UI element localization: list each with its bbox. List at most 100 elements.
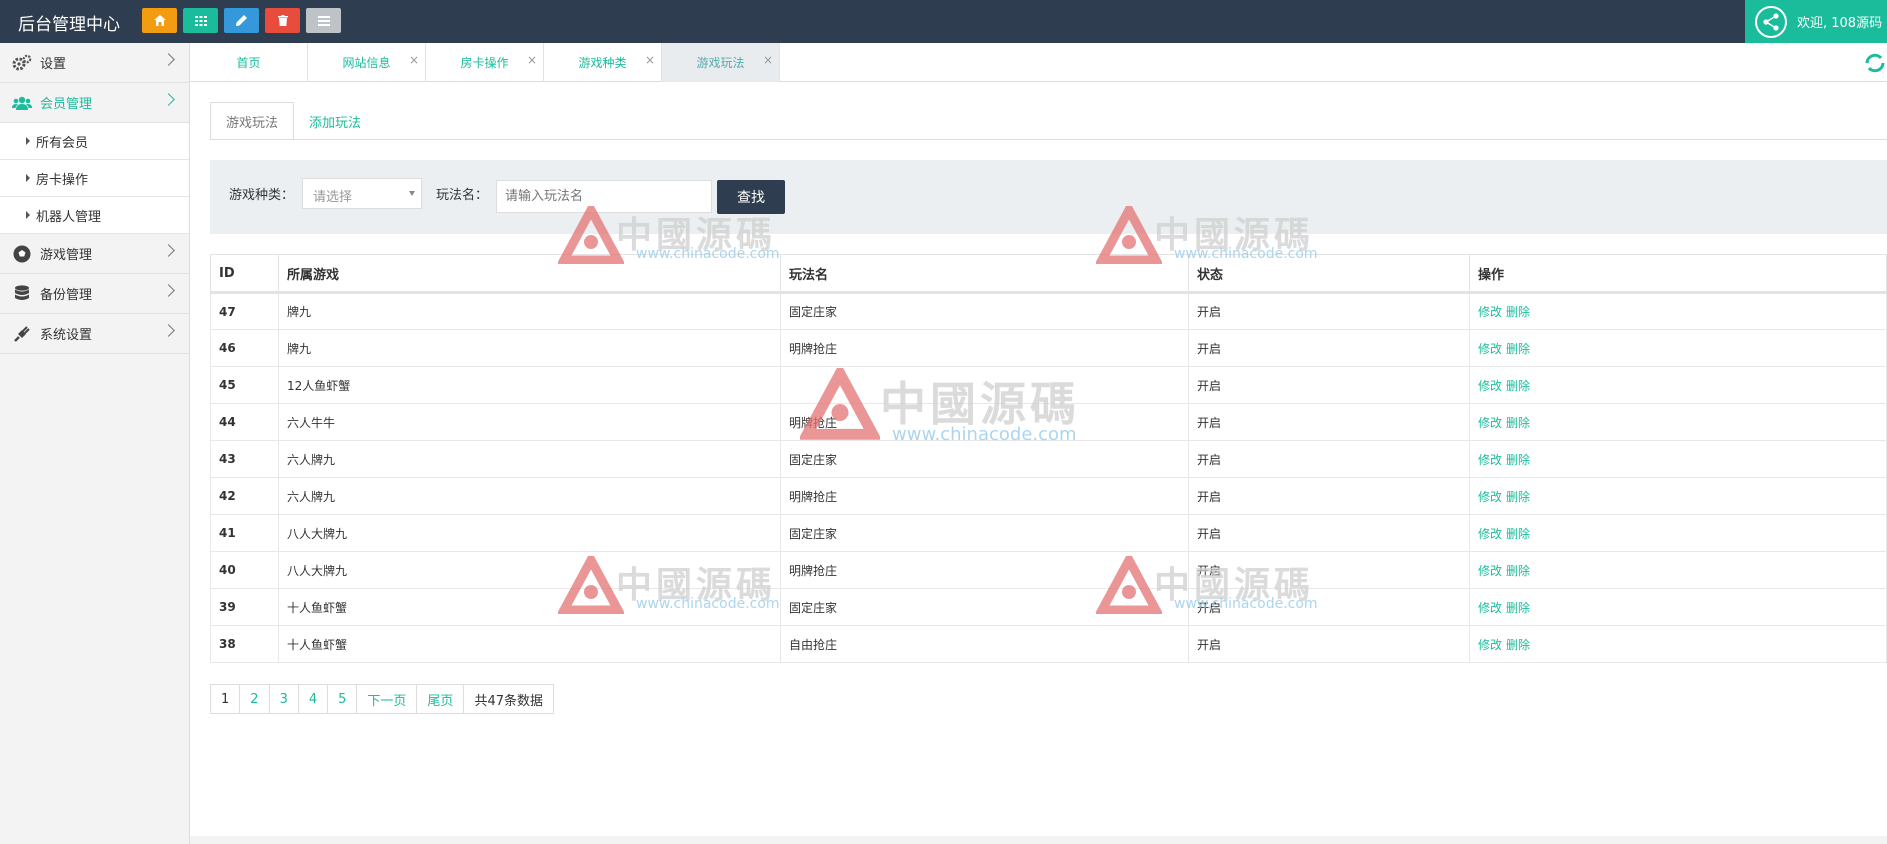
tab-site-info[interactable]: 网站信息 × [308, 43, 426, 82]
list-button[interactable] [306, 8, 341, 33]
table-header-row: ID 所属游戏 玩法名 状态 操作 [210, 254, 1887, 294]
edit-link[interactable]: 修改 [1478, 379, 1502, 393]
edit-link[interactable]: 修改 [1478, 527, 1502, 541]
delete-link[interactable]: 删除 [1506, 416, 1530, 430]
cell-actions: 修改 删除 [1469, 329, 1887, 367]
cell-status: 开启 [1188, 588, 1470, 626]
delete-link[interactable]: 删除 [1506, 527, 1530, 541]
cell-game: 牌九 [278, 292, 781, 330]
tab-home[interactable]: 首页 [190, 43, 308, 82]
cell-play: 固定庄家 [780, 514, 1189, 552]
cell-game: 六人牌九 [278, 440, 781, 478]
sidebar-subitem-all-members[interactable]: 所有会员 [0, 123, 189, 160]
delete-button[interactable] [265, 8, 300, 33]
page-1[interactable]: 1 [211, 685, 241, 713]
sidebar-subitem-label: 所有会员 [36, 135, 89, 151]
sidebar-item-system[interactable]: 系统设置 [0, 314, 189, 354]
pencil-icon [236, 15, 247, 26]
delete-link[interactable]: 删除 [1506, 490, 1530, 504]
edit-link[interactable]: 修改 [1478, 490, 1502, 504]
users-icon [12, 93, 32, 113]
tab-room-card[interactable]: 房卡操作 × [426, 43, 544, 82]
table-body: 47 牌九 固定庄家 开启 修改 删除 46 牌九 明牌抢庄 开启 修改 删除 45 12人鱼虾蟹 开启… [210, 292, 1887, 663]
home-button[interactable] [142, 8, 177, 33]
table-row: 47 牌九 固定庄家 开启 修改 删除 [210, 292, 1887, 330]
cell-id: 46 [210, 329, 279, 367]
cell-status: 开启 [1188, 403, 1470, 441]
tab-game-plays[interactable]: 游戏玩法 × [662, 43, 780, 82]
caret-right-icon [26, 137, 30, 145]
soccer-ball-icon [12, 244, 32, 264]
edit-link[interactable]: 修改 [1478, 601, 1502, 615]
delete-link[interactable]: 删除 [1506, 601, 1530, 615]
filter-bar: 游戏种类： 请选择 玩法名： 查找 [210, 160, 1887, 234]
close-icon[interactable]: × [409, 53, 419, 67]
sidebar-item-label: 会员管理 [40, 97, 93, 112]
sidebar-item-label: 设置 [40, 57, 67, 72]
refresh-icon[interactable] [1863, 51, 1887, 75]
tab-label: 游戏玩法 [696, 56, 745, 70]
subtab-game-plays[interactable]: 游戏玩法 [210, 102, 295, 140]
subtab-add-play[interactable]: 添加玩法 [294, 102, 376, 140]
close-icon[interactable]: × [527, 53, 537, 67]
delete-link[interactable]: 删除 [1506, 342, 1530, 356]
play-name-input[interactable] [496, 180, 712, 213]
col-game: 所属游戏 [278, 254, 781, 294]
home-icon [153, 15, 166, 26]
table-row: 38 十人鱼虾蟹 自由抢庄 开启 修改 删除 [210, 625, 1887, 663]
edit-link[interactable]: 修改 [1478, 305, 1502, 319]
delete-link[interactable]: 删除 [1506, 564, 1530, 578]
delete-link[interactable]: 删除 [1506, 305, 1530, 319]
sidebar-subitem-label: 机器人管理 [36, 209, 102, 225]
cell-actions: 修改 删除 [1469, 477, 1887, 515]
sidebar-item-members[interactable]: 会员管理 [0, 83, 189, 123]
cell-play: 明牌抢庄 [780, 551, 1189, 589]
chevron-right-icon [162, 244, 175, 257]
search-button[interactable]: 查找 [717, 180, 785, 214]
page-5[interactable]: 5 [328, 685, 358, 713]
sidebar-item-label: 游戏管理 [40, 248, 93, 263]
sidebar-subitem-robots[interactable]: 机器人管理 [0, 197, 189, 234]
cell-status: 开启 [1188, 514, 1470, 552]
game-type-select[interactable]: 请选择 [302, 178, 422, 209]
game-type-value: 请选择 [313, 190, 353, 205]
sidebar-item-settings[interactable]: 设置 [0, 43, 189, 83]
table-row: 41 八人大牌九 固定庄家 开启 修改 删除 [210, 514, 1887, 552]
cell-game: 牌九 [278, 329, 781, 367]
last-page-link[interactable]: 尾页 [417, 685, 465, 713]
col-actions: 操作 [1469, 254, 1887, 294]
page-2[interactable]: 2 [240, 685, 270, 713]
edit-link[interactable]: 修改 [1478, 638, 1502, 652]
plug-icon [12, 324, 32, 344]
sidebar-subitem-room-card[interactable]: 房卡操作 [0, 160, 189, 197]
user-area[interactable]: 欢迎, 108源码 [1745, 0, 1887, 43]
table-row: 39 十人鱼虾蟹 固定庄家 开启 修改 删除 [210, 588, 1887, 626]
close-icon[interactable]: × [763, 53, 773, 67]
edit-link[interactable]: 修改 [1478, 416, 1502, 430]
page-3[interactable]: 3 [270, 685, 299, 713]
edit-button[interactable] [224, 8, 259, 33]
delete-link[interactable]: 删除 [1506, 638, 1530, 652]
page-4[interactable]: 4 [299, 685, 329, 713]
table-row: 45 12人鱼虾蟹 开启 修改 删除 [210, 366, 1887, 404]
next-page-link[interactable]: 下一页 [357, 685, 418, 713]
edit-link[interactable]: 修改 [1478, 453, 1502, 467]
sidebar-item-backup[interactable]: 备份管理 [0, 274, 189, 314]
edit-link[interactable]: 修改 [1478, 342, 1502, 356]
caret-right-icon [26, 211, 30, 219]
grid-button[interactable] [183, 8, 218, 33]
cell-actions: 修改 删除 [1469, 514, 1887, 552]
tab-label: 游戏种类 [578, 56, 627, 70]
close-icon[interactable]: × [645, 53, 655, 67]
game-type-label: 游戏种类： [229, 188, 295, 203]
grid-icon [194, 15, 207, 26]
cell-id: 47 [210, 292, 279, 330]
tab-game-types[interactable]: 游戏种类 × [544, 43, 662, 82]
delete-link[interactable]: 删除 [1506, 453, 1530, 467]
cell-play [780, 366, 1189, 404]
delete-link[interactable]: 删除 [1506, 379, 1530, 393]
sidebar-item-games[interactable]: 游戏管理 [0, 234, 189, 274]
caret-right-icon [26, 174, 30, 182]
cell-status: 开启 [1188, 292, 1470, 330]
edit-link[interactable]: 修改 [1478, 564, 1502, 578]
